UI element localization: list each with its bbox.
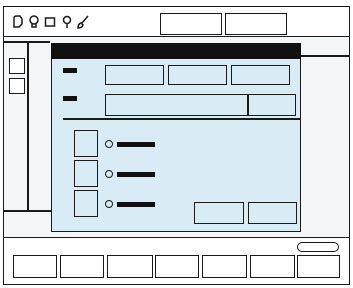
bottom-tab-7[interactable] [297,255,340,278]
option-box-3[interactable] [74,190,98,217]
bottom-tab-3[interactable] [107,255,153,278]
option-1-radio[interactable] [105,140,113,148]
pin-icon[interactable] [60,15,74,29]
bottom-tab-2[interactable] [60,255,104,278]
top-button-1[interactable] [160,13,222,35]
option-2-label [117,172,155,177]
bottom-tab-4[interactable] [155,255,199,278]
bulb-icon[interactable] [27,15,41,29]
cancel-button[interactable] [248,202,297,224]
brush-icon[interactable] [76,15,90,29]
small-input[interactable] [248,94,296,116]
divider-right [301,55,349,57]
side-button-2[interactable] [9,78,25,94]
divider-left-bottom [4,210,51,212]
option-2-radio[interactable] [105,170,113,178]
input-b[interactable] [168,65,227,85]
dialog-title-bar[interactable] [51,43,301,59]
option-3-radio[interactable] [105,200,113,208]
option-1-label [117,142,155,147]
bottom-tab-6[interactable] [250,255,295,278]
row2-label [63,96,77,101]
divider-left-vertical [27,41,29,211]
option-3-label [117,202,155,207]
bottom-tab-5[interactable] [202,255,247,278]
option-box-2[interactable] [74,160,98,187]
ok-button[interactable] [194,202,244,224]
pen-icon[interactable] [11,15,25,29]
top-button-2[interactable] [225,13,287,35]
option-box-1[interactable] [74,130,98,157]
wide-input[interactable] [105,94,248,116]
row1-label [63,68,77,73]
input-a[interactable] [105,65,164,85]
side-button-1[interactable] [9,58,25,74]
pill-toggle[interactable] [297,242,339,252]
input-c[interactable] [231,65,290,85]
dialog-separator [63,118,301,120]
bottom-tab-1[interactable] [13,255,57,278]
square-icon[interactable] [43,15,57,29]
